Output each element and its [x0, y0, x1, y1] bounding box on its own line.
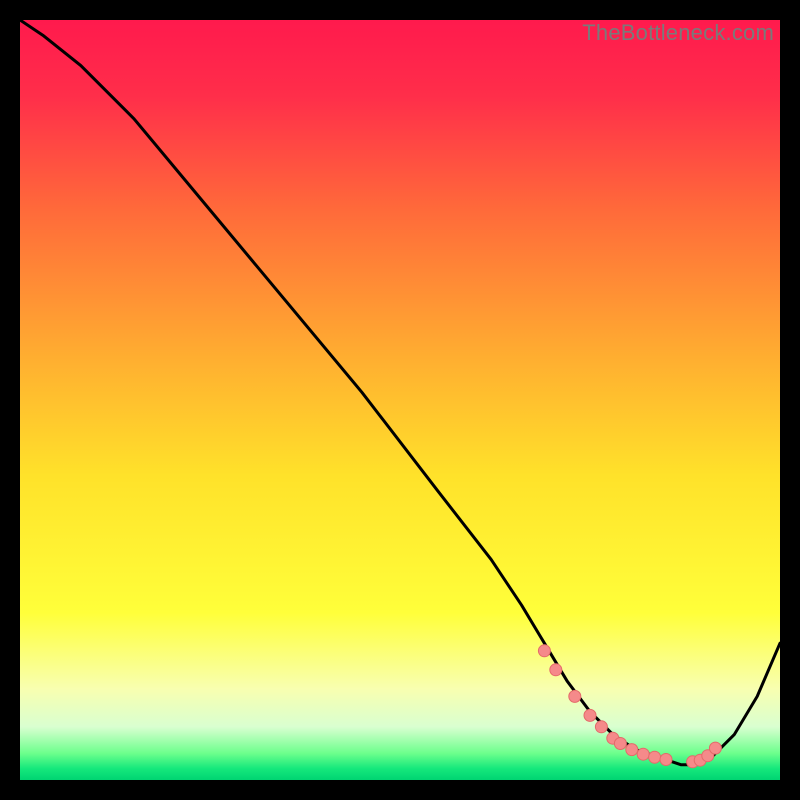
data-marker — [538, 645, 550, 657]
data-marker — [709, 742, 721, 754]
bottleneck-chart — [20, 20, 780, 780]
data-marker — [649, 751, 661, 763]
data-marker — [550, 664, 562, 676]
gradient-background — [20, 20, 780, 780]
data-marker — [584, 709, 596, 721]
watermark-label: TheBottleneck.com — [582, 20, 774, 46]
data-marker — [637, 748, 649, 760]
data-marker — [660, 754, 672, 766]
data-marker — [569, 690, 581, 702]
data-marker — [614, 738, 626, 750]
data-marker — [626, 744, 638, 756]
data-marker — [595, 721, 607, 733]
chart-frame: TheBottleneck.com — [20, 20, 780, 780]
